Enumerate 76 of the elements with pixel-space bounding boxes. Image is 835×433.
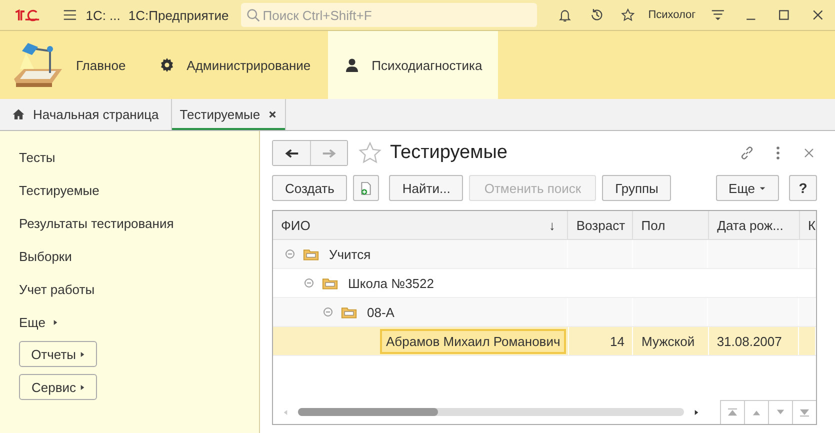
collapse-icon[interactable] [285,249,295,259]
copy-button[interactable] [353,175,380,201]
group-name: Учится [329,246,371,262]
search-icon [246,8,260,22]
section-tab[interactable]: Администрирование [142,31,328,99]
group-row[interactable]: Учится [273,240,816,269]
back-button[interactable] [273,141,310,165]
app-product: 1С:Предприятие [128,8,229,22]
caret-icon [759,186,766,190]
star-icon[interactable] [358,141,382,165]
scroll-right-icon[interactable] [694,408,699,416]
sidebar-item[interactable]: Учет работы [19,280,95,313]
gear-icon [158,57,175,73]
table-cell: 31.08.2007 [716,334,782,348]
sidebar-item[interactable]: Результаты тестирования [19,214,174,247]
folder-icon [303,248,319,260]
column-header[interactable]: Пол [633,211,710,239]
first-icon [727,408,738,417]
link-icon[interactable] [739,145,755,161]
help-button[interactable]: ? [789,175,817,201]
page-tab[interactable]: Начальная страница [0,99,172,130]
group-row[interactable]: 08-А [273,298,816,327]
first-button[interactable] [720,400,744,424]
more-button[interactable]: Еще [716,175,779,201]
group-name: 08-А [367,304,394,320]
caret-icon [80,350,85,358]
table-cell: Мужской [641,334,695,348]
sidebar-item[interactable]: Тестируемые [19,181,100,214]
column-header[interactable]: Дата рож... [709,211,800,239]
caret-icon [53,319,58,326]
app-title: 1С: ... [86,8,120,22]
history-icon[interactable] [590,7,604,23]
up-icon [751,408,762,417]
column-header[interactable]: К [800,211,816,239]
column-header[interactable]: ФИО ↓ [273,211,568,239]
table-row[interactable]: Абрамов Михаил Романович 14 Мужской 31.08.2007 [273,327,816,356]
menu-icon[interactable] [62,7,77,23]
column-header[interactable]: Возраст [568,211,634,239]
toolbar-button[interactable]: Найти... [389,175,464,201]
bell-icon[interactable] [558,7,572,23]
settings-icon[interactable] [710,7,724,23]
sidebar-button[interactable]: Отчеты [19,341,97,367]
page-tab[interactable]: Тестируемые [172,99,286,130]
up-button[interactable] [744,400,768,424]
person-icon [344,57,360,73]
down-button[interactable] [768,400,792,424]
document-plus-icon [360,180,372,196]
close-icon[interactable] [268,110,278,119]
collapse-icon[interactable] [304,278,314,288]
home-icon [12,108,25,121]
scrollbar[interactable] [298,408,684,416]
form-title: Тестируемые [390,142,508,164]
last-icon [799,408,810,417]
group-name: Школа №3522 [348,276,434,290]
down-icon [775,408,786,417]
star-icon[interactable] [621,7,636,23]
arrow-right-icon [322,148,336,158]
search-field[interactable]: Поиск Ctrl+Shift+F [240,3,537,27]
maximize-icon[interactable] [777,7,792,23]
folder-icon [322,276,338,290]
section-tab[interactable]: Психодиагностика [328,31,498,99]
section-tab[interactable]: Главное [12,31,143,99]
user-name[interactable]: Психолог [648,9,696,21]
table-cell: 14 [610,334,624,348]
sidebar-item[interactable]: Тесты [19,148,56,181]
collapse-icon[interactable] [323,307,333,317]
toolbar-button[interactable]: Группы [602,175,672,201]
folder-icon [341,306,357,318]
last-button[interactable] [792,400,816,424]
table-cell: Абрамов Михаил Романович [380,328,566,354]
caret-icon [80,384,85,390]
logo-icon [14,8,40,22]
toolbar-button[interactable]: Создать [272,175,348,201]
sidebar-button[interactable]: Сервис [19,374,97,400]
arrow-left-icon [284,148,298,158]
sidebar-item[interactable]: Выборки [19,247,72,280]
